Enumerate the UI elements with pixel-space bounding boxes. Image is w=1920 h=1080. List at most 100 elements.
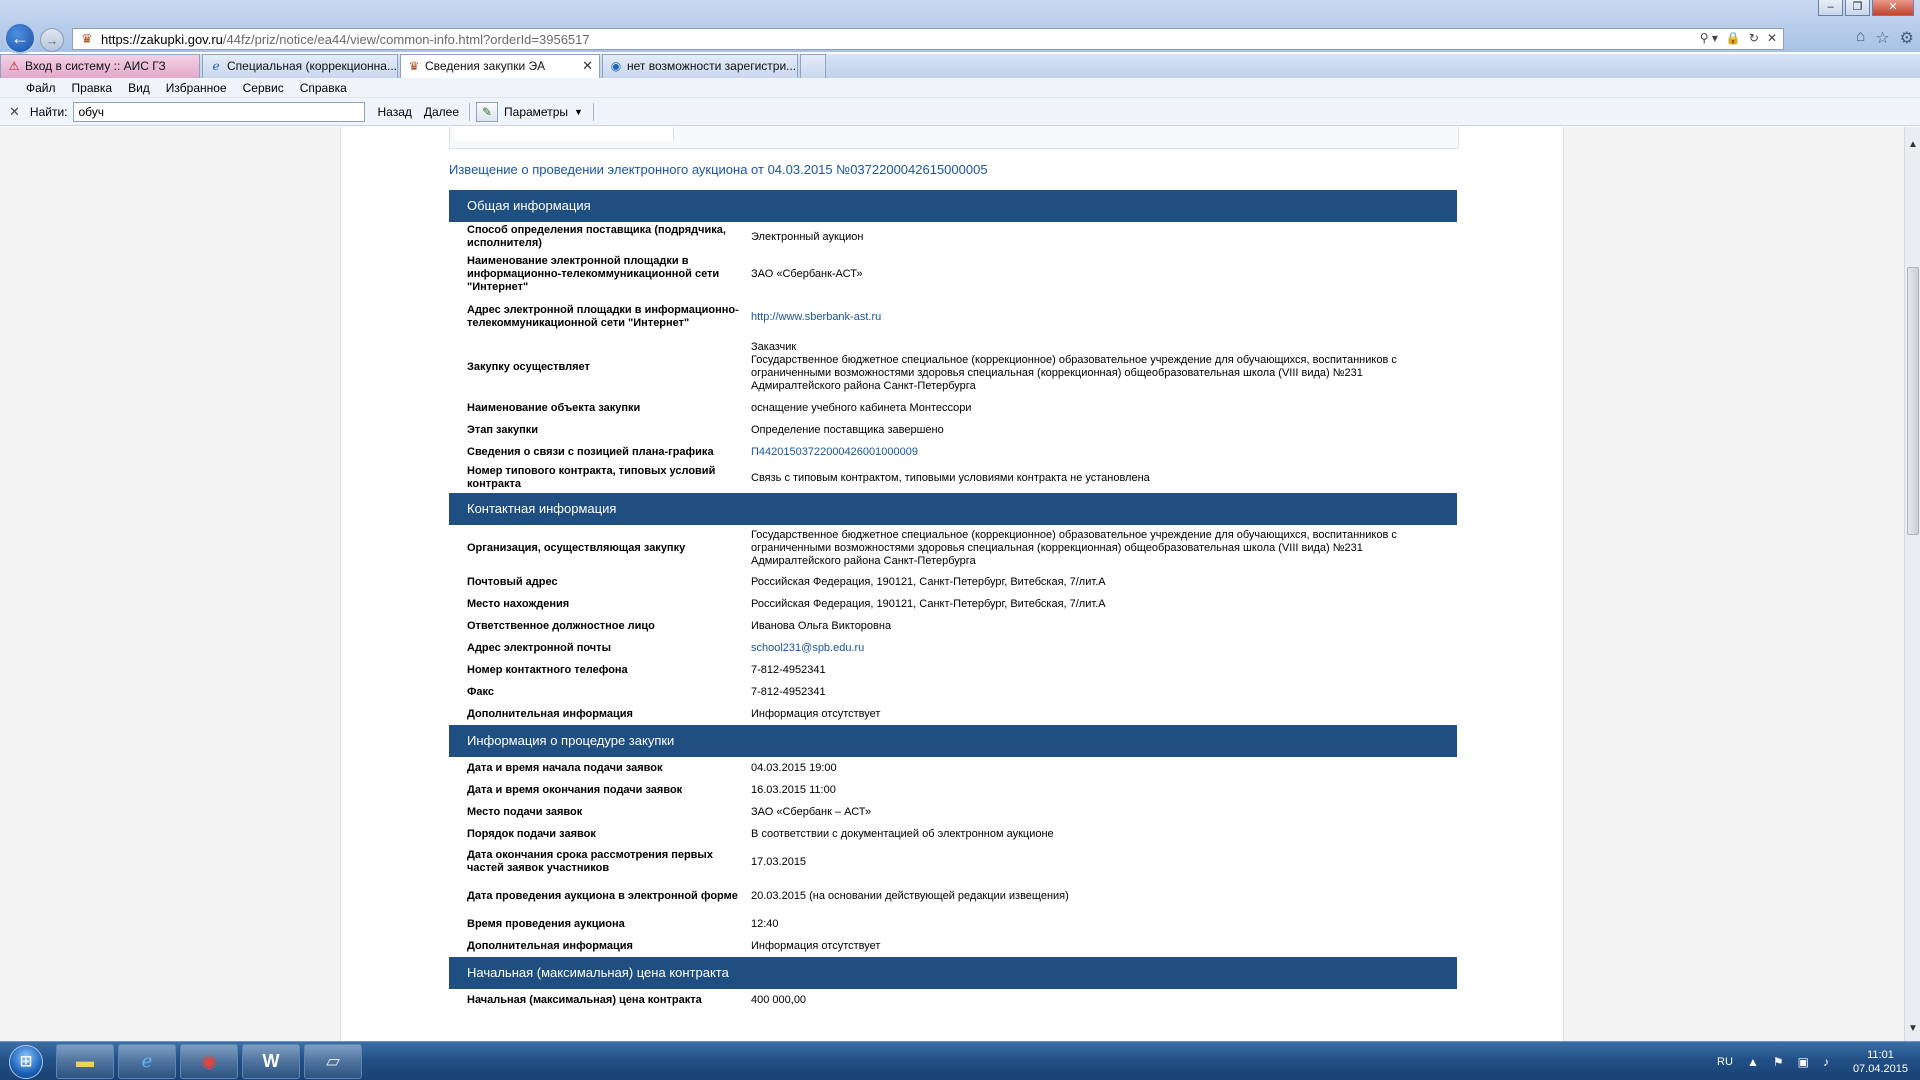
close-tab-icon[interactable]: ✕	[582, 55, 593, 77]
find-label: Найти:	[29, 104, 68, 119]
menu-view[interactable]: Вид	[120, 81, 158, 95]
explorer-taskbar-button[interactable]: ▬	[56, 1044, 114, 1079]
row-value: 400 000,00	[751, 993, 807, 1006]
row-value: Государственное бюджетное специальное (к…	[751, 528, 1397, 567]
row-value: 16.03.2015 11:00	[751, 783, 836, 796]
close-window-button[interactable]: ✕	[1872, 0, 1914, 16]
tab-procurement-info[interactable]: ♛ Сведения закупки ЭА ✕	[400, 54, 600, 78]
find-input[interactable]	[73, 101, 366, 122]
info-row: Порядок подачи заявок В соответствии с до…	[449, 823, 1457, 845]
find-options-button[interactable]: Параметры	[504, 105, 568, 119]
pencil-icon[interactable]: ✎	[476, 101, 499, 122]
info-row: Время проведения аукциона 12:40	[449, 913, 1457, 935]
info-row: Адрес электронной площадки в информацион…	[449, 297, 1457, 337]
row-label: Адрес электронной площадки в информацион…	[467, 304, 739, 329]
scroll-up-icon[interactable]: ▲	[1905, 137, 1920, 153]
info-row: Место нахождения Российская Федерация, 19…	[449, 593, 1457, 615]
tab-ais-login[interactable]: ⚠ Вход в систему :: АИС ГЗ	[0, 54, 200, 78]
language-indicator[interactable]: RU	[1717, 1056, 1733, 1068]
gear-icon[interactable]: ⚙	[1900, 28, 1914, 48]
address-bar[interactable]: ♛ https://zakupki.gov.ru/44fz/priz/notic…	[72, 28, 1784, 50]
find-back-button[interactable]: Назад	[377, 105, 411, 119]
menu-favorites[interactable]: Избранное	[158, 81, 235, 95]
new-tab-button[interactable]	[800, 54, 826, 78]
section-header-price: Начальная (максимальная) цена контракта	[449, 957, 1457, 989]
info-row: Дата и время окончания подачи заявок 16.0…	[449, 779, 1457, 801]
minimize-button[interactable]: –	[1818, 0, 1843, 16]
scroll-thumb[interactable]	[1907, 267, 1919, 535]
row-label: Номер контактного телефона	[467, 663, 628, 676]
row-label: Дата и время начала подачи заявок	[467, 761, 663, 774]
info-row: Дополнительная информация Информация отсу…	[449, 935, 1457, 957]
info-row: Номер типового контракта, типовых услови…	[449, 463, 1457, 493]
volume-icon[interactable]: ♪	[1823, 1055, 1829, 1069]
page-viewport: Извещение о проведении электронного аукц…	[0, 127, 1904, 1041]
back-button[interactable]: ←	[4, 22, 36, 54]
find-bar: ✕ Найти: Назад Далее ✎ Параметры ▼	[0, 98, 1920, 126]
chrome-icon: ◉	[201, 1051, 217, 1071]
row-value: Связь с типовым контрактом, типовыми усл…	[751, 471, 1150, 484]
maximize-button[interactable]: ❐	[1845, 0, 1870, 16]
row-label: Дата проведения аукциона в электронной ф…	[467, 889, 738, 902]
vertical-scrollbar[interactable]: ▲ ▼	[1904, 127, 1920, 1041]
row-label: Порядок подачи заявок	[467, 827, 596, 840]
row-label: Адрес электронной почты	[467, 641, 611, 654]
globe-icon: ◉	[610, 59, 622, 73]
chevron-down-icon[interactable]: ▼	[574, 107, 583, 117]
row-value: Заказчик Государственное бюджетное специ…	[751, 341, 1397, 392]
row-label: Закупку осуществляет	[467, 360, 590, 373]
strip-tab[interactable]	[454, 127, 674, 141]
clock-time: 11:01	[1867, 1048, 1894, 1061]
menu-file[interactable]: Файл	[18, 81, 64, 95]
row-label: Факс	[467, 685, 494, 698]
menu-tools[interactable]: Сервис	[235, 81, 292, 95]
window-controls: – ❐ ✕	[1818, 0, 1914, 16]
info-row: Место подачи заявок ЗАО «Сбербанк – АСТ»	[449, 801, 1457, 823]
arrow-left-icon: ←	[11, 27, 29, 48]
address-tools: ⚲ ▾ 🔒 ↻ ✕	[1700, 31, 1777, 45]
row-label: Наименование электронной площадки в инфо…	[467, 255, 720, 293]
row-value: В соответствии с документацией об электр…	[751, 827, 1054, 840]
tab-label: Вход в систему :: АИС ГЗ	[25, 59, 166, 73]
close-find-icon[interactable]: ✕	[9, 104, 20, 120]
row-label: Ответственное должностное лицо	[467, 619, 655, 632]
favorites-star-icon[interactable]: ☆	[1875, 28, 1889, 48]
row-label: Наименование объекта закупки	[467, 401, 641, 414]
email-link[interactable]: school231@spb.edu.ru	[751, 642, 1457, 655]
tab-registration-issue[interactable]: ◉ нет возможности зарегистри...	[602, 54, 798, 78]
clock[interactable]: 11:01 07.04.2015	[1853, 1048, 1908, 1076]
start-button[interactable]: ⊞	[2, 1042, 50, 1080]
row-label: Время проведения аукциона	[467, 917, 625, 930]
menu-edit[interactable]: Правка	[64, 81, 121, 95]
search-icon[interactable]: ⚲ ▾	[1700, 31, 1718, 45]
page-container: Извещение о проведении электронного аукц…	[340, 127, 1564, 1041]
menu-help[interactable]: Справка	[292, 81, 355, 95]
tab-special-school[interactable]: ℯ Специальная (коррекционна...	[202, 54, 398, 78]
row-label: Почтовый адрес	[467, 575, 558, 588]
row-value: оснащение учебного кабинета Монтессори	[751, 401, 972, 414]
section-header-general: Общая информация	[449, 190, 1457, 222]
ie-taskbar-button[interactable]: ℯ	[118, 1044, 176, 1079]
find-next-button[interactable]: Далее	[424, 105, 459, 119]
row-value: ЗАО «Сбербанк-АСТ»	[751, 268, 863, 280]
warning-icon: ⚠	[8, 59, 20, 73]
home-icon[interactable]: ⌂	[1856, 28, 1866, 48]
plan-schedule-link[interactable]: П44201503722000426001000009	[751, 446, 1457, 459]
scanner-taskbar-button[interactable]: ▱	[304, 1044, 362, 1079]
platform-link[interactable]: http://www.sberbank-ast.ru	[751, 311, 1457, 324]
row-value: 12:40	[751, 917, 779, 930]
action-center-flag-icon[interactable]: ⚑	[1773, 1055, 1784, 1069]
refresh-icon[interactable]: ↻	[1749, 31, 1759, 45]
row-label: Этап закупки	[467, 423, 539, 436]
stop-icon[interactable]: ✕	[1767, 31, 1777, 45]
scroll-down-icon[interactable]: ▼	[1905, 1021, 1920, 1037]
chrome-taskbar-button[interactable]: ◉	[180, 1044, 238, 1079]
show-hidden-icons-icon[interactable]: ▲	[1747, 1055, 1759, 1069]
row-label: Начальная (максимальная) цена контракта	[467, 993, 702, 1006]
info-row: Способ определения поставщика (подрядчик…	[449, 222, 1457, 252]
forward-button[interactable]: →	[40, 28, 64, 52]
url-host: https://zakupki.gov.ru	[101, 31, 223, 47]
word-taskbar-button[interactable]: W	[242, 1044, 300, 1079]
lock-icon[interactable]: 🔒	[1726, 31, 1741, 45]
network-icon[interactable]: ▣	[1798, 1055, 1809, 1069]
